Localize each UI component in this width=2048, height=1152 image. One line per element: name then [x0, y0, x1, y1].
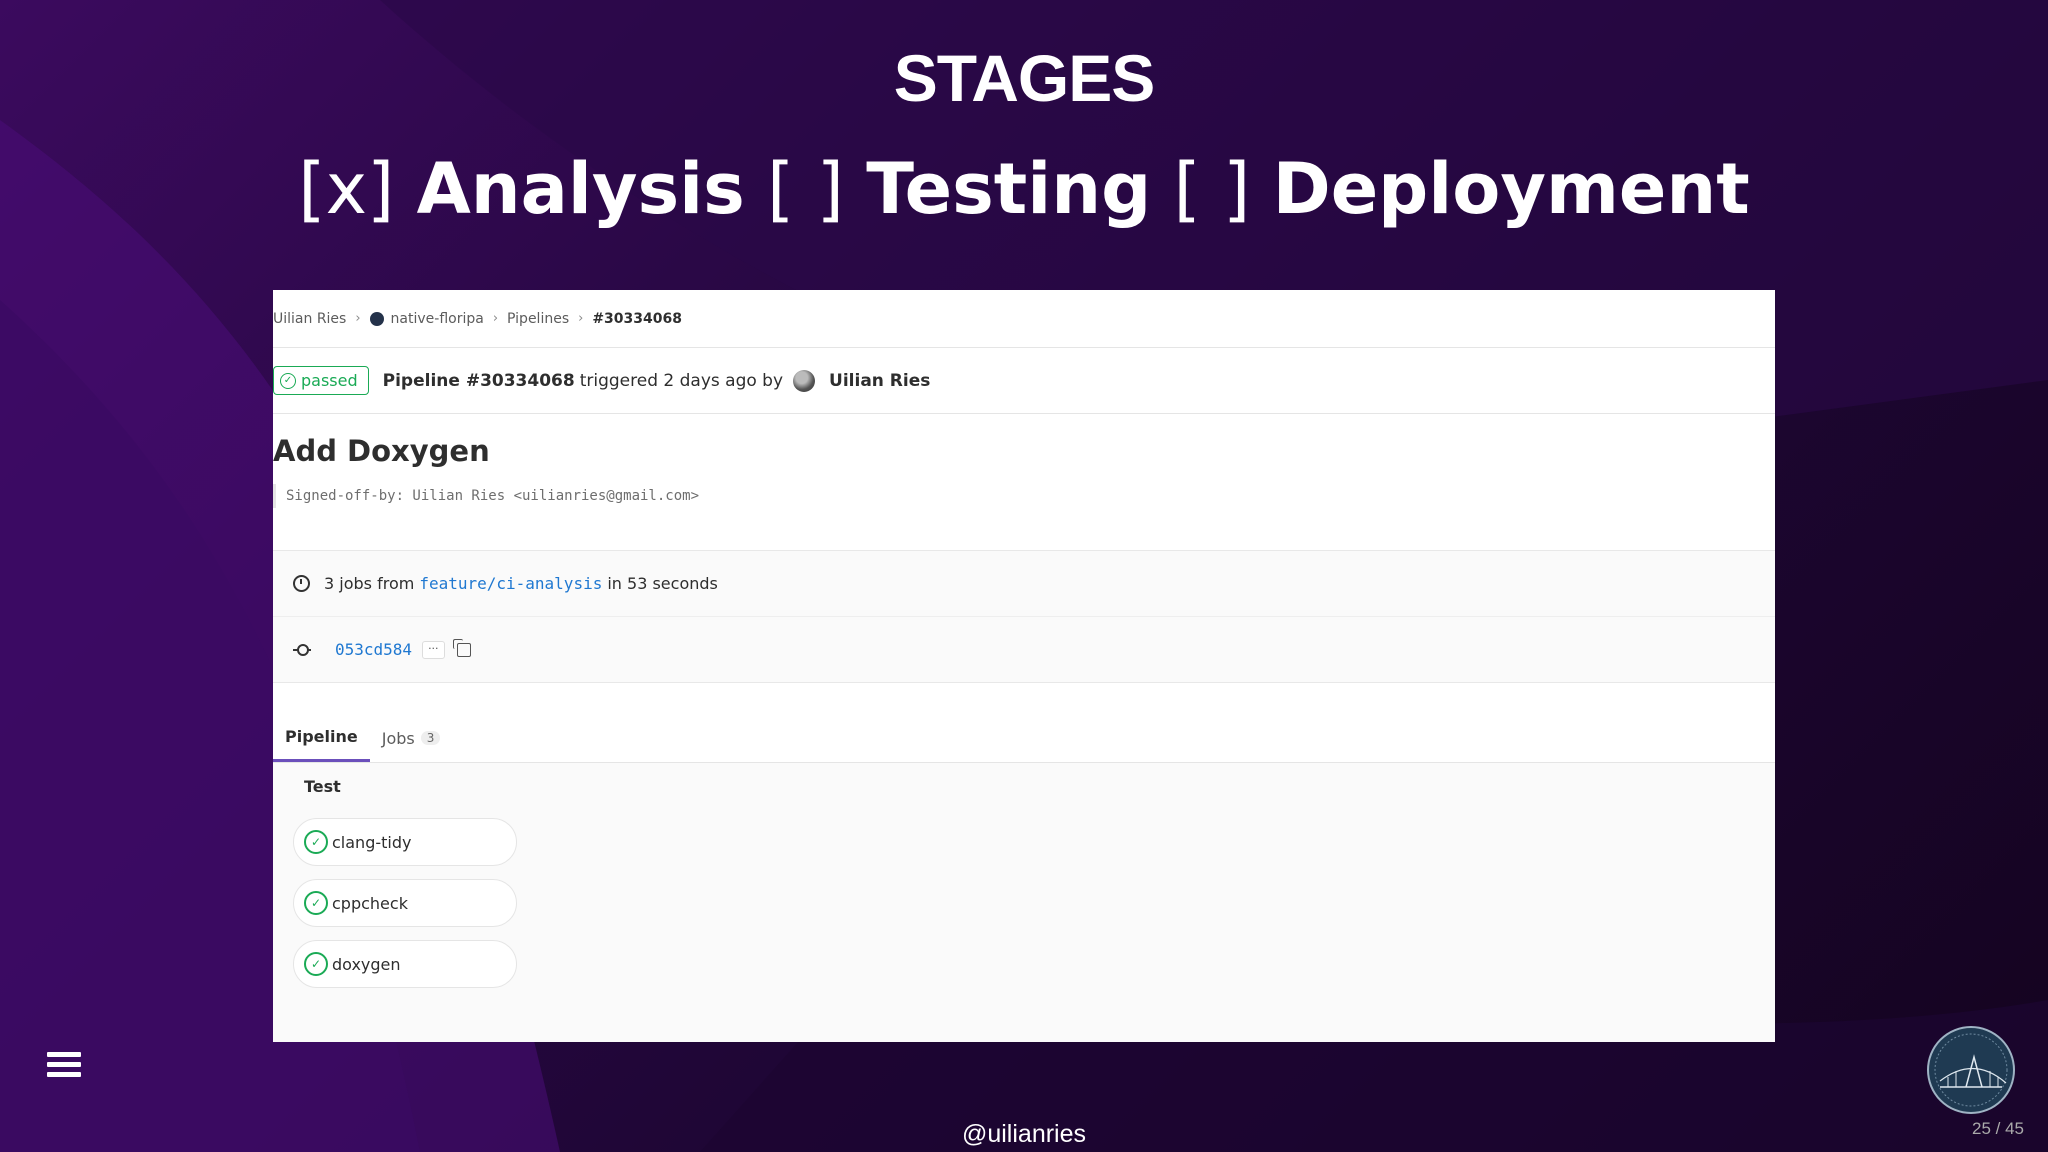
job-clang-tidy[interactable]: ✓ clang-tidy — [293, 818, 517, 866]
testing-checkbox: [ ] — [767, 148, 844, 230]
tab-pipeline-label: Pipeline — [285, 727, 358, 746]
copy-icon[interactable] — [452, 638, 471, 657]
analysis-checkbox: [x] — [298, 148, 395, 230]
stage-analysis: Analysis — [416, 148, 745, 230]
commit-title: Add Doxygen — [273, 434, 490, 468]
check-circle-icon: ✓ — [304, 891, 328, 915]
slide-number: 25 / 45 — [1972, 1119, 2024, 1138]
hamburger-menu-icon[interactable] — [47, 1052, 81, 1080]
stage-title: Test — [304, 777, 341, 796]
chevron-right-icon: › — [492, 311, 499, 326]
clock-icon — [293, 575, 310, 592]
breadcrumb-current[interactable]: #30334068 — [592, 311, 682, 327]
pipeline-tabs: Pipeline Jobs 3 — [273, 682, 1775, 763]
breadcrumb-project[interactable]: native-floripa — [391, 311, 484, 327]
breadcrumb-user[interactable]: Uilian Ries — [273, 311, 346, 327]
triggered-text: triggered 2 days ago by — [579, 370, 784, 391]
check-circle-icon: ✓ — [304, 952, 328, 976]
chevron-right-icon: › — [578, 311, 584, 326]
jobs-suffix: in 53 seconds — [607, 574, 718, 593]
job-doxygen[interactable]: ✓ doxygen — [293, 940, 517, 988]
branch-link[interactable]: feature/ci-analysis — [419, 574, 602, 593]
check-circle-icon: ✓ — [280, 372, 296, 389]
expand-commit-button[interactable]: ··· — [422, 640, 445, 659]
job-label: clang-tidy — [332, 832, 412, 852]
deployment-checkbox: [ ] — [1173, 148, 1251, 230]
footer-handle: @uilianries — [961, 1120, 1087, 1148]
breadcrumb-pipelines[interactable]: Pipelines — [507, 311, 569, 327]
job-cppcheck[interactable]: ✓ cppcheck — [293, 879, 517, 927]
commit-description: Signed-off-by: Uilian Ries <uilianries@g… — [273, 484, 1775, 508]
avatar[interactable] — [793, 369, 816, 392]
job-label: cppcheck — [332, 893, 408, 913]
stage-testing: Testing — [866, 148, 1152, 230]
pipeline-graph: Test ✓ clang-tidy ✓ cppcheck ✓ doxygen — [273, 763, 1775, 1042]
project-avatar-icon — [369, 311, 384, 326]
tab-jobs[interactable]: Jobs 3 — [370, 714, 453, 762]
native-floripa-logo — [1927, 1026, 2015, 1114]
pipeline-name: Pipeline #30334068 — [382, 370, 575, 391]
check-circle-icon: ✓ — [304, 830, 328, 854]
tab-pipeline[interactable]: Pipeline — [273, 714, 370, 762]
jobs-count-badge: 3 — [420, 731, 441, 745]
status-badge[interactable]: ✓ passed — [273, 366, 369, 395]
tab-jobs-label: Jobs — [381, 728, 415, 748]
pipeline-info: 3 jobs from feature/ci-analysis in 53 se… — [273, 550, 1775, 683]
commit-row: 053cd584 ··· — [273, 617, 1775, 682]
commit-icon — [293, 643, 311, 656]
jobs-prefix: 3 jobs from — [324, 574, 415, 593]
job-label: doxygen — [332, 954, 401, 974]
chevron-right-icon: › — [355, 311, 361, 326]
slide-title: STAGES — [893, 41, 1155, 115]
pipeline-screenshot: Uilian Ries › native-floripa › Pipelines… — [273, 290, 1775, 1042]
jobs-summary: 3 jobs from feature/ci-analysis in 53 se… — [273, 551, 1775, 617]
commit-sha-link[interactable]: 053cd584 — [335, 640, 412, 659]
pipeline-header: ✓ passed Pipeline #30334068 triggered 2 … — [273, 348, 1775, 414]
breadcrumb: Uilian Ries › native-floripa › Pipelines… — [273, 290, 1775, 348]
status-badge-label: passed — [301, 371, 358, 390]
slide-subtitle: [x] Analysis [ ] Testing [ ] Deployment — [0, 148, 2048, 230]
pipeline-user[interactable]: Uilian Ries — [829, 371, 930, 391]
stage-deployment: Deployment — [1272, 148, 1750, 230]
